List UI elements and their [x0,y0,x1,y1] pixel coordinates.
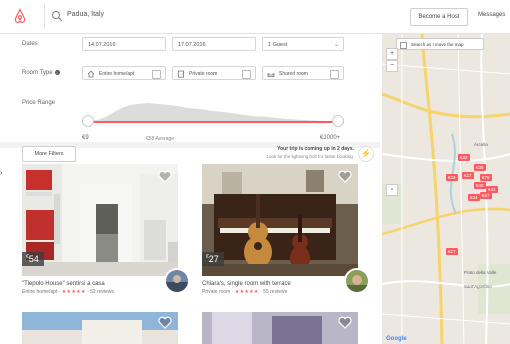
room-private-label: Private room [189,71,218,77]
listing-price: €27 [202,252,224,266]
room-type-label-text: Room Type [22,70,53,77]
search-input[interactable]: Padua, Italy [67,11,104,18]
map-place-label: Sant'Agostino [464,284,492,289]
review-count: 55 reviews [263,289,288,295]
rating-stars: ★★★★★ [61,289,86,295]
room-shared-label: Shared room [279,71,308,77]
map-price-pin[interactable]: €27 [462,172,474,179]
couch-icon [267,73,275,78]
lightning-bolt-icon[interactable]: ⚡ [358,146,374,162]
price-min-value: €9 [82,135,89,141]
map-price-pin[interactable]: €76 [480,174,492,181]
listing-meta: Entire home/apt · ★★★★★ · 52 reviews [22,289,115,295]
host-photo [346,270,368,292]
listing-photo [202,312,358,344]
door-icon [178,70,184,78]
heart-icon[interactable] [338,316,352,329]
price-min-handle[interactable] [82,115,94,127]
listing-title[interactable]: Chiara's, single room with terrace [202,281,291,287]
room-private-checkbox[interactable] [242,70,251,79]
map-price-pin[interactable]: €67 [480,192,492,199]
room-entire-home-checkbox[interactable] [152,70,161,79]
heart-icon[interactable] [158,170,172,183]
checkout-value: 17.07.2016 [178,42,206,48]
room-entire-home-label: Entire home/apt [99,71,135,77]
become-host-button[interactable]: Become a Host [410,8,468,26]
kitchen-photo [22,164,178,276]
piano-room-photo [202,164,358,276]
checkin-value: 14.07.2016 [88,42,116,48]
heart-icon[interactable] [158,316,172,329]
map-price-pin[interactable]: €34 [468,194,480,201]
trip-notice-title: Your trip is coming up in 2 days. [277,146,354,152]
map-place-label: Prato della Valle [464,270,497,275]
trip-notice-sub: Look for the lightning bolt for faster b… [266,154,354,159]
room-shared-checkbox[interactable] [330,70,339,79]
room-shared[interactable]: Shared room [262,66,344,80]
price-max-value: €1000+ [320,135,341,141]
price-max-handle[interactable] [332,115,344,127]
listing-photo[interactable]: €27 [202,164,358,276]
price-range-label: Price Range [22,100,56,106]
search-as-move-label: Search as I move the map [411,42,464,47]
price-histogram [82,103,344,122]
filters-panel: Dates 14.07.2016 17.07.2016 1 Guest ⌄ Roo… [0,34,380,142]
host-avatar[interactable] [344,268,370,294]
listing-meta: Private room · ★★★★★ · 55 reviews [202,289,288,295]
checkin-input[interactable]: 14.07.2016 [82,37,166,51]
room-type-label: Room Type i [22,70,60,76]
listing-photo [22,312,178,344]
review-count: 52 reviews [90,289,115,295]
listing-photo[interactable]: €54 [22,164,178,276]
info-icon[interactable]: i [54,70,60,75]
map-place-label: Arcella [474,142,488,147]
listing-card[interactable] [202,312,358,344]
dates-label: Dates [22,41,38,47]
map-price-pin[interactable]: €35 [474,164,486,171]
map-price-pin[interactable]: €32 [458,154,470,161]
airbnb-logo-icon[interactable] [12,8,28,24]
checkout-input[interactable]: 17.07.2016 [172,37,256,51]
host-avatar[interactable] [164,268,190,294]
listing-type: Private room [202,289,231,295]
room-entire-home[interactable]: Entire home/apt [82,66,166,80]
listing-type: Entire home/apt [22,289,58,295]
map-price-pin[interactable]: €27 [446,248,458,255]
search-icon [51,10,63,22]
mouse-cursor-icon: › [0,170,3,177]
price-value: 27 [208,254,219,264]
price-value: 54 [28,254,39,264]
search-as-move-checkbox[interactable] [400,42,407,49]
more-filters-button[interactable]: More Filters [22,146,76,162]
map-price-pin[interactable]: €40 [474,182,486,189]
location-search[interactable]: Padua, Italy [44,4,385,28]
host-photo [166,270,188,292]
top-bar: Padua, Italy Become a Host Messages [0,0,510,34]
home-icon [87,70,95,78]
listing-card[interactable] [22,312,178,344]
chevron-down-icon: ⌄ [333,42,339,48]
zoom-out-button[interactable]: − [386,60,398,72]
room-private[interactable]: Private room [172,66,256,80]
rating-stars: ★★★★★ [234,289,259,295]
guests-value: 1 Guest [268,42,288,48]
map-price-pin[interactable]: €33 [446,174,458,181]
map-panel[interactable]: Search as I move the map + − ▫ €32 €35 €… [382,34,510,344]
map-control-button[interactable]: ▫ [386,184,398,196]
zoom-in-button[interactable]: + [386,48,398,60]
google-logo: Google [386,336,407,342]
search-as-move-toggle[interactable]: Search as I move the map [396,38,484,50]
heart-icon[interactable] [338,170,352,183]
listing-price: €54 [22,252,44,266]
listing-title[interactable]: "Tiepolo House" sentirsi a casa [22,281,105,287]
messages-link[interactable]: Messages [478,12,505,18]
guests-select[interactable]: 1 Guest ⌄ [262,37,344,51]
price-track [82,121,344,123]
